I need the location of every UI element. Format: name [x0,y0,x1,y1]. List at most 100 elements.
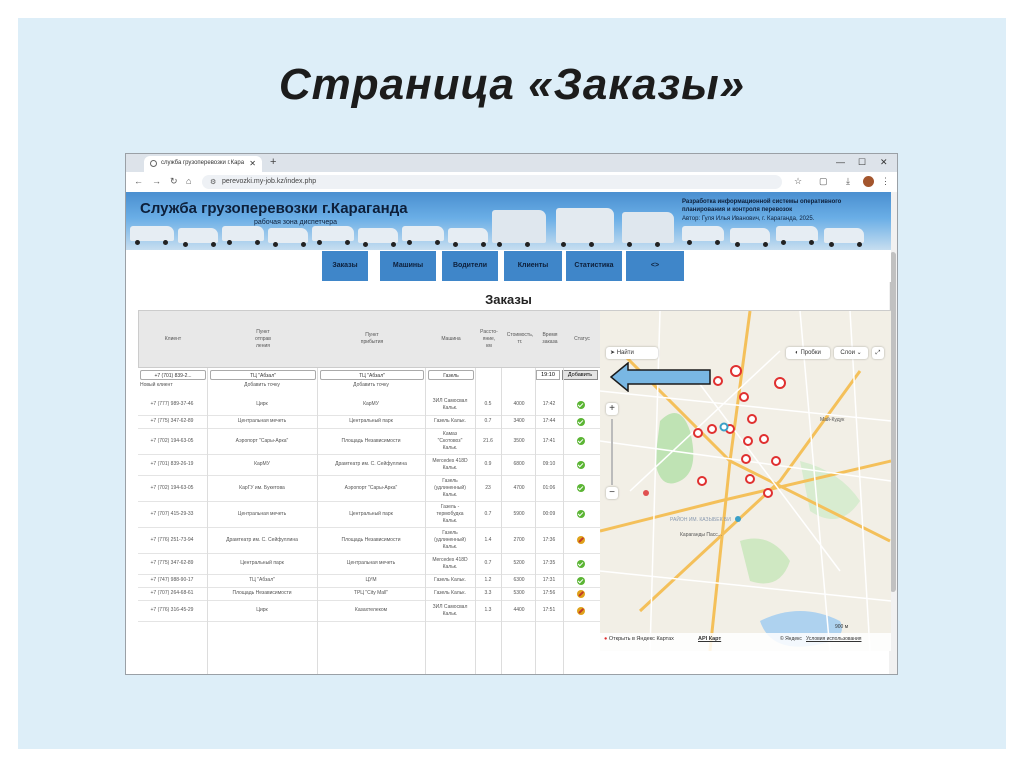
back-icon[interactable]: ← [134,176,143,186]
cell-car: Газель (удлиненный) Кальк. [434,477,466,498]
to-select[interactable]: ТЦ "Абзал" [320,370,424,380]
bookmark-star-icon[interactable]: ☆ [794,176,802,187]
cell-client: +7 (776) 316-45-29 [150,607,194,613]
cell-from: Цирк [256,607,268,613]
url-text: perevozki.my-job.kz/index.php [222,178,317,185]
browser-tab[interactable]: служба грузоперевозки г.Кара ✕ [144,156,262,172]
cell-client: +7 (747) 988-90-17 [150,577,194,583]
download-icon[interactable]: ⤓ [846,176,850,187]
layers-button[interactable]: Слои ⌄ [834,347,868,359]
status-cancelled-icon[interactable] [577,536,585,544]
status-done-icon[interactable] [577,559,585,568]
reload-icon[interactable]: ↻ [170,176,178,187]
cell-car: ЗИЛ Самосвал Кальк. [432,603,468,617]
cell-from: КарГУ им. Букетова [239,484,285,491]
open-in-yandex-link[interactable]: ● Открыть в Яндекс Картах [604,636,674,642]
truck-image [130,226,174,245]
truck-image [222,226,264,245]
extensions-icon[interactable]: ▢ [819,176,828,187]
new-tab-icon[interactable]: + [270,156,276,168]
cell-time: 00:09 [542,510,556,517]
traffic-button[interactable]: ◐ Пробки [786,347,830,359]
nav-statistics[interactable]: Статистика [566,251,622,281]
cell-client: +7 (701) 839-26-19 [150,461,194,467]
cell-time: 09:10 [542,461,556,467]
add-to-point-link[interactable]: Добавить точку [318,382,424,388]
map-search-button[interactable]: ➤ Найти [606,347,658,359]
nav-clients[interactable]: Клиенты [504,251,562,281]
zoom-out-icon[interactable]: − [606,487,618,499]
col-header-distance: Рассто- яние, км [480,328,498,349]
from-select[interactable]: ТЦ "Абзал" [210,370,316,380]
url-field[interactable]: ⚙ perevozki.my-job.kz/index.php [202,175,782,189]
cell-distance: 1.4 [484,536,492,543]
cell-to: Площадь Независимости [341,437,401,444]
cell-distance: 0.5 [484,401,492,407]
cell-distance: 0.7 [484,418,492,424]
home-icon[interactable]: ⌂ [186,176,191,186]
status-cancelled-icon[interactable] [577,606,585,615]
cell-from: Цирк [256,401,268,407]
column-divider [475,368,476,674]
cell-car: Газель Кальк. [434,577,466,583]
site-info-icon[interactable]: ⚙ [210,178,216,186]
cell-distance: 21.6 [483,437,493,444]
profile-avatar[interactable] [863,176,874,187]
car-select[interactable]: Газель [428,370,474,380]
time-input[interactable]: 19:10 [536,370,560,380]
status-done-icon[interactable] [577,460,585,469]
status-done-icon[interactable] [577,510,585,518]
cell-car: Газель Кальк. [434,418,466,424]
cell-status [564,587,598,600]
truck-image [402,226,444,245]
nav-cars[interactable]: Машины [380,251,436,281]
cell-cost: 6300 [513,577,525,583]
window-close-icon[interactable]: ✕ [880,157,888,168]
nav-drivers[interactable]: Водители [442,251,498,281]
col-header-to: Пункт прибытия [360,332,384,345]
col-header-cost: Стоимость, тг. [506,332,534,345]
add-order-button[interactable]: Добавить [562,370,598,380]
terms-link[interactable]: Условия использования [806,636,862,642]
minimize-icon[interactable]: — [836,157,845,167]
tab-close-icon[interactable]: ✕ [249,159,256,168]
cell-status [564,428,598,454]
zoom-in-icon[interactable]: + [606,403,618,415]
page-heading: Заказы [485,292,532,307]
status-done-icon[interactable] [577,484,585,492]
status-done-icon[interactable] [577,400,585,409]
maximize-icon[interactable]: ☐ [858,157,866,168]
cell-from: Центральная мечеть [237,418,287,424]
new-client-link[interactable]: Новый клиент [140,382,173,388]
fullscreen-icon[interactable]: ⤢ [872,347,884,359]
cell-time: 17:44 [542,418,556,424]
status-cancelled-icon[interactable] [577,589,585,598]
col-header-status: Статус [574,335,590,342]
cell-to: Аэропорт "Сары-Арка" [344,484,398,491]
status-done-icon[interactable] [577,576,585,585]
client-select[interactable]: +7 (701) 839-2... [140,370,206,380]
truck-image [730,228,770,247]
status-done-icon[interactable] [577,437,585,445]
status-done-icon[interactable] [577,417,585,426]
site-title: Служба грузоперевозки г.Караганда [140,200,408,217]
cell-from: Площадь Независимости [232,590,292,596]
zoom-slider[interactable] [611,419,613,485]
add-from-point-link[interactable]: Добавить точку [208,382,316,388]
map-find-label: Найти [616,350,634,356]
nav-orders[interactable]: Заказы [322,251,368,281]
project-author: Автор: Гуля Илья Иванович, г. Караганда,… [682,216,815,222]
truck-image [268,228,308,247]
forward-icon[interactable]: → [152,176,161,186]
cell-cost: 3400 [513,418,525,424]
cell-from: ТЦ "Абзал" [249,577,275,583]
cell-client: +7 (776) 251-73-94 [150,536,194,543]
cell-to: ТРЦ "City Mall" [353,590,389,596]
api-link[interactable]: API Карт [698,636,721,642]
cell-distance: 1.2 [484,577,492,583]
map-scale: 900 м [835,624,849,630]
truck-image [358,228,398,247]
nav-more[interactable]: <> [626,251,684,281]
menu-dots-icon[interactable]: ⋮ [881,176,890,187]
orders-table: Клиент Пункт отправ ления Пункт прибытия… [138,310,602,674]
